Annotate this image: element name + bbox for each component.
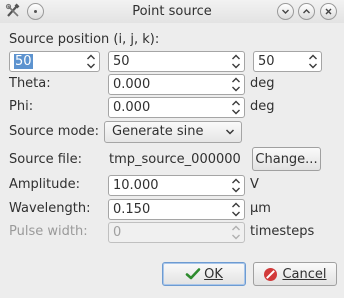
phi-label: Phi:: [9, 99, 34, 114]
pulse-width-label: Pulse width:: [9, 224, 88, 239]
source-file-value: tmp_source_000000: [109, 152, 241, 167]
source-mode-label: Source mode:: [9, 124, 100, 139]
amplitude-label: Amplitude:: [9, 177, 80, 192]
spin-arrows-icon[interactable]: [231, 99, 241, 116]
wavelength-spinbox[interactable]: 0.150: [108, 199, 245, 220]
cancel-label: Cancel: [282, 266, 327, 282]
amplitude-value: 10.000: [113, 178, 159, 193]
cancel-icon: [264, 267, 278, 281]
spin-arrows-icon[interactable]: [231, 201, 241, 218]
wavelength-label: Wavelength:: [9, 201, 91, 216]
theta-unit: deg: [250, 76, 275, 91]
pulse-width-spinbox: 0: [108, 222, 245, 243]
spin-arrows-icon: [231, 224, 241, 241]
source-mode-dropdown[interactable]: Generate sine: [104, 121, 242, 143]
spin-arrows-icon[interactable]: [231, 177, 241, 194]
source-mode-selected: Generate sine: [112, 124, 204, 139]
close-button[interactable]: [320, 3, 337, 20]
pulse-width-unit: timesteps: [250, 224, 315, 239]
position-k-spinbox[interactable]: 50: [253, 51, 322, 72]
source-file-label: Source file:: [9, 152, 82, 167]
position-i-value: 50: [14, 54, 33, 69]
theta-value: 0.000: [113, 77, 151, 92]
spin-arrows-icon[interactable]: [231, 53, 241, 70]
position-i-spinbox[interactable]: 50: [9, 51, 100, 72]
maximize-button[interactable]: [298, 3, 315, 20]
source-position-label: Source position (i, j, k):: [9, 32, 160, 47]
amplitude-unit: V: [250, 177, 259, 192]
spin-arrows-icon[interactable]: [231, 76, 241, 93]
title-bar: Point source: [0, 0, 344, 23]
change-file-button[interactable]: Change...: [252, 147, 321, 171]
wavelength-value: 0.150: [113, 202, 151, 217]
spin-arrows-icon[interactable]: [308, 53, 318, 70]
wavelength-unit: µm: [250, 201, 271, 216]
chevron-down-icon: [225, 129, 235, 135]
ok-button[interactable]: OK: [162, 262, 246, 286]
pulse-width-value: 0: [113, 225, 122, 240]
phi-spinbox[interactable]: 0.000: [108, 97, 245, 118]
spin-arrows-icon[interactable]: [86, 53, 96, 70]
theta-spinbox[interactable]: 0.000: [108, 74, 245, 95]
close-icon: [325, 8, 332, 15]
theta-label: Theta:: [9, 76, 51, 91]
position-j-spinbox[interactable]: 50: [108, 51, 245, 72]
chevron-up-icon: [303, 9, 310, 14]
phi-unit: deg: [250, 99, 275, 114]
amplitude-spinbox[interactable]: 10.000: [108, 175, 245, 196]
position-k-value: 50: [258, 54, 275, 69]
cancel-button[interactable]: Cancel: [253, 262, 337, 286]
chevron-down-icon: [282, 9, 289, 14]
position-i-value-wrap: 50: [14, 54, 33, 69]
position-j-value: 50: [113, 54, 130, 69]
minimize-button[interactable]: [277, 3, 294, 20]
check-icon: [185, 268, 201, 280]
phi-value: 0.000: [113, 100, 151, 115]
ok-label: OK: [204, 266, 223, 282]
